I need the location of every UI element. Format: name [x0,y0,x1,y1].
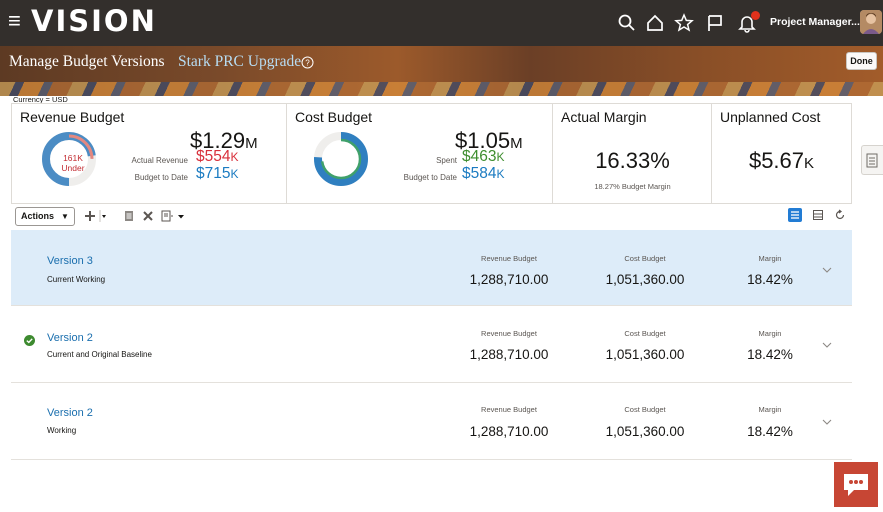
home-icon[interactable] [645,13,665,33]
unplanned-cost-value: $5.67K [748,148,815,173]
notification-badge [751,11,760,20]
revenue-budget-header: Revenue Budget [481,329,537,338]
star-icon[interactable] [674,13,694,33]
revenue-budget-value: 1,288,710.00 [469,424,549,439]
margin-header: Margin [758,254,782,263]
chevron-down-icon[interactable] [822,266,832,274]
project-name-link[interactable]: Stark PRC Upgrade [178,53,301,71]
budget-to-date-value: $715K [196,165,239,182]
more-actions-dropdown-icon[interactable] [177,210,185,222]
version-status: Current Working [47,275,106,284]
banner-decoration [0,82,883,96]
chevron-down-icon[interactable] [822,341,832,349]
margin-header: Margin [758,329,782,338]
version-name-link[interactable]: Version 2 [47,407,93,419]
table-view-icon[interactable] [812,209,824,221]
card-title: Cost Budget [295,109,373,125]
list-view-icon [791,211,799,219]
version-name-link[interactable]: Version 3 [47,255,93,267]
margin-value: 18.42% [747,424,793,439]
add-icon[interactable] [84,210,96,222]
cost-budget-value: 1,051,360.00 [605,424,685,439]
add-dropdown-icon[interactable] [99,210,107,222]
vision-logo[interactable]: VISION [31,5,157,37]
page-title: Manage Budget Versions [9,53,165,70]
refresh-icon[interactable] [834,209,846,221]
budget-to-date-value: $584K [462,165,505,182]
menu-icon[interactable]: ≡ [8,9,21,33]
revenue-budget-value: 1,288,710.00 [469,272,549,287]
list-view-toggle[interactable] [788,208,802,222]
cost-budget-value: 1,051,360.00 [605,272,685,287]
search-icon[interactable] [617,13,637,33]
actions-menu-button[interactable]: Actions ▼ [15,207,75,226]
cost-budget-header: Cost Budget [624,254,666,263]
flag-icon[interactable] [705,13,725,33]
actual-margin-value: 16.33% [595,148,670,173]
revenue-budget-header: Revenue Budget [481,254,537,263]
metric-strip: Revenue Budget 161K Under $1.29M Actual R… [11,103,852,204]
cost-donut-chart [314,132,368,186]
budget-margin-label: 18.27% Budget Margin [594,182,671,191]
user-menu[interactable]: Project Manager... ∨ [770,16,870,28]
chat-button[interactable] [834,462,878,507]
cost-budget-header: Cost Budget [624,329,666,338]
edit-icon[interactable] [123,210,135,222]
actual-revenue-value: $554K [196,148,239,165]
user-avatar[interactable] [860,10,882,34]
version-name-link[interactable]: Version 2 [47,332,93,344]
donut-center-label: 161K Under [61,153,85,173]
margin-value: 18.42% [747,347,793,362]
side-panel-tab[interactable] [861,145,883,175]
unplanned-cost-card[interactable]: Unplanned Cost $5.67K [712,104,851,203]
cost-budget-card[interactable]: Cost Budget $1.05M Spent $463K Budget to… [287,104,553,203]
card-title: Revenue Budget [20,109,125,125]
spent-label: Spent [436,156,457,165]
actual-margin-card[interactable]: Actual Margin 16.33% 18.27% Budget Margi… [553,104,712,203]
card-title: Unplanned Cost [720,109,821,125]
card-title: Actual Margin [561,109,647,125]
version-status: Working [47,426,77,435]
baseline-icon[interactable] [161,210,173,222]
version-row[interactable]: Version 2 Working Revenue Budget 1,288,7… [11,384,852,460]
chat-icon [844,474,868,496]
margin-value: 18.42% [747,272,793,287]
avatar-image [860,10,882,34]
actual-revenue-label: Actual Revenue [131,156,188,165]
revenue-budget-value: 1,288,710.00 [469,347,549,362]
revenue-budget-header: Revenue Budget [481,405,537,414]
versions-toolbar: Actions ▼ [11,207,852,227]
budget-to-date-label: Budget to Date [134,173,188,182]
delete-icon[interactable] [142,210,154,222]
margin-header: Margin [758,405,782,414]
help-icon[interactable]: ? [301,56,314,69]
done-button[interactable]: Done [846,52,877,70]
cost-budget-header: Cost Budget [624,405,666,414]
baseline-check-icon [24,335,35,346]
budget-to-date-label: Budget to Date [403,173,457,182]
version-row[interactable]: Version 3 Current Working Revenue Budget… [11,230,852,306]
version-status: Current and Original Baseline [47,350,152,359]
chevron-down-icon[interactable] [822,418,832,426]
revenue-budget-card[interactable]: Revenue Budget 161K Under $1.29M Actual R… [12,104,287,203]
document-icon [866,153,878,168]
version-row[interactable]: Version 2 Current and Original Baseline … [11,307,852,383]
svg-text:?: ? [305,59,310,68]
cost-budget-value: 1,051,360.00 [605,347,685,362]
spent-value: $463K [462,148,505,165]
